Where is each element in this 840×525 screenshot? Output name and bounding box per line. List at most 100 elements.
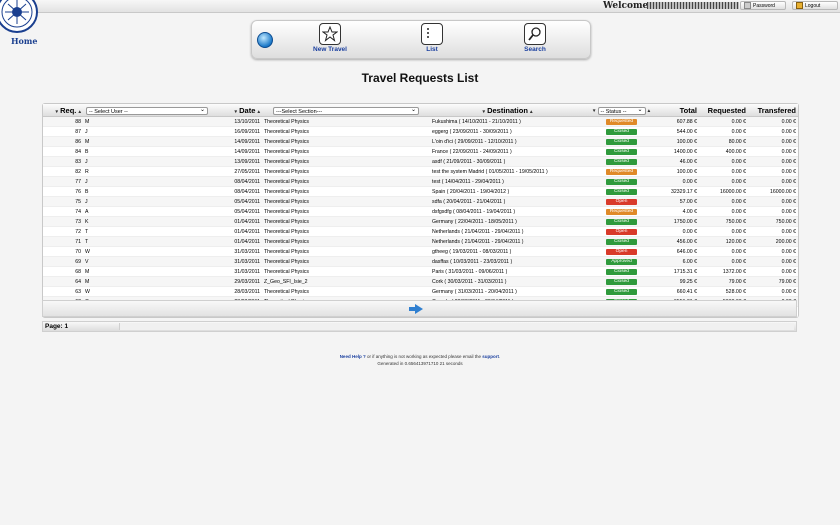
- cell-total: 646.00 €: [658, 246, 699, 257]
- cell-section: Theoretical Physics: [262, 116, 430, 127]
- cell-requested: 0.00 €: [699, 246, 748, 257]
- table-row[interactable]: 68 M 31/03/2011 Theoretical Physics Paris ( …: [43, 266, 798, 277]
- cell-spacer: [211, 196, 224, 207]
- cell-section: Theoretical Physics: [262, 126, 430, 137]
- cell-requested: 400.00 €: [699, 146, 748, 157]
- need-help-link[interactable]: Need Help ?: [340, 354, 366, 359]
- next-page-arrow-icon[interactable]: [409, 304, 423, 314]
- table-row[interactable]: 74 A 05/04/2011 Theoretical Physics dsfgsdfg…: [43, 206, 798, 217]
- pagination-nav: [42, 300, 797, 317]
- section-select[interactable]: ---Select Section---: [273, 106, 419, 115]
- status-badge: Closed: [606, 139, 637, 145]
- table-row[interactable]: 64 M 29/03/2011 Z_Geo_SFI_Isie_2 Cork ( 30/0…: [43, 276, 798, 287]
- user-select[interactable]: -- Select User --: [86, 106, 208, 115]
- menu-list[interactable]: List: [412, 23, 452, 53]
- table-row[interactable]: 88 M 13/10/2011 Theoretical Physics Fukushim…: [43, 116, 798, 127]
- star-icon: [319, 23, 341, 45]
- cell-transfered: 0.00 €: [748, 126, 798, 137]
- cell-dest: Paris ( 31/03/2011 - 09/06/2011 ): [430, 266, 585, 277]
- table-row[interactable]: 77 J 08/04/2011 Theoretical Physics test ( 1…: [43, 176, 798, 187]
- cell-transfered: 0.00 €: [748, 266, 798, 277]
- welcome-text: Welcome: [603, 1, 649, 11]
- cell-status: Requested: [585, 116, 658, 127]
- cell-section: Theoretical Physics: [262, 146, 430, 157]
- table-row[interactable]: 63 W 28/03/2011 Theoretical Physics Germany …: [43, 286, 798, 297]
- cell-status: Closed: [585, 126, 658, 137]
- sort-asc-icon[interactable]: ▴: [257, 109, 260, 115]
- header-destination[interactable]: ▾ Destination ▴: [430, 104, 585, 117]
- table-row[interactable]: 72 T 01/04/2011 Theoretical Physics Netherla…: [43, 226, 798, 237]
- cell-user: T: [83, 236, 211, 247]
- cell-date: 08/04/2011: [224, 176, 262, 187]
- status-badge: Requested: [606, 209, 637, 215]
- table-row[interactable]: 86 M 14/09/2011 Theoretical Physics L'oin d'…: [43, 136, 798, 147]
- cell-date: 31/03/2011: [224, 256, 262, 267]
- cell-section: Theoretical Physics: [262, 246, 430, 257]
- table-row[interactable]: 71 T 01/04/2011 Theoretical Physics Netherla…: [43, 236, 798, 247]
- header-date[interactable]: ▾ Date ▴: [224, 104, 262, 117]
- table-row[interactable]: 82 R 27/05/2011 Theoretical Physics test the…: [43, 166, 798, 177]
- institution-logo-icon[interactable]: [0, 0, 40, 34]
- table-row[interactable]: 75 J 05/04/2011 Theoretical Physics sdfa ( 2…: [43, 196, 798, 207]
- cell-date: 31/03/2011: [224, 266, 262, 277]
- cell-section: Theoretical Physics: [262, 176, 430, 187]
- door-icon: [796, 2, 803, 10]
- sort-desc-icon[interactable]: ▾: [593, 108, 596, 114]
- cell-dest: Netherlands ( 21/04/2011 - 29/04/2011 ): [430, 236, 585, 247]
- table-row[interactable]: 73 K 01/04/2011 Theoretical Physics Germany …: [43, 216, 798, 227]
- cell-spacer: [211, 166, 224, 177]
- cell-section: Theoretical Physics: [262, 226, 430, 237]
- menu-new-travel[interactable]: New Travel: [308, 23, 352, 53]
- sort-desc-icon[interactable]: ▾: [482, 109, 485, 115]
- cell-status: Closed: [585, 266, 658, 277]
- support-link[interactable]: support: [482, 354, 499, 359]
- sort-desc-icon[interactable]: ▾: [235, 109, 238, 115]
- table-row[interactable]: 84 B 14/09/2011 Theoretical Physics France (…: [43, 146, 798, 157]
- list-label: List: [426, 46, 438, 53]
- cell-user: M: [83, 136, 211, 147]
- menu-search[interactable]: Search: [515, 23, 555, 53]
- page-title: Travel Requests List: [361, 71, 479, 85]
- table-row[interactable]: 87 J 16/09/2011 Theoretical Physics eggerg (…: [43, 126, 798, 137]
- cell-requested: 0.00 €: [699, 116, 748, 127]
- cell-section: Theoretical Physics: [262, 186, 430, 197]
- status-badge: Requested: [606, 119, 637, 125]
- cell-status: Requested: [585, 166, 658, 177]
- sort-asc-icon[interactable]: ▴: [78, 109, 81, 115]
- cell-user: K: [83, 216, 211, 227]
- main-menu: New Travel List Search: [251, 20, 591, 59]
- sort-asc-icon[interactable]: ▴: [648, 108, 651, 114]
- table-row[interactable]: 83 J 13/09/2011 Theoretical Physics asdf ( 2…: [43, 156, 798, 167]
- status-select[interactable]: -- Status --: [597, 106, 646, 115]
- password-button[interactable]: Password: [740, 1, 786, 10]
- cell-requested: 1372.00 €: [699, 266, 748, 277]
- cell-total: 100.00 €: [658, 136, 699, 147]
- globe-icon[interactable]: [257, 32, 273, 48]
- cell-dest: Cork ( 30/03/2011 - 31/03/2011 ): [430, 276, 585, 287]
- cell-requested: 80.00 €: [699, 136, 748, 147]
- cell-requested: 0.00 €: [699, 196, 748, 207]
- sort-desc-icon[interactable]: ▾: [56, 109, 59, 115]
- header-requested: Requested: [699, 104, 748, 117]
- cell-date: 29/03/2011: [224, 276, 262, 287]
- status-badge: Approved: [606, 259, 637, 265]
- home-link[interactable]: Home: [11, 36, 37, 46]
- cell-transfered: 0.00 €: [748, 256, 798, 267]
- table-row[interactable]: 69 V 31/03/2011 Theoretical Physics dasffas …: [43, 256, 798, 267]
- cell-total: 607.88 €: [658, 116, 699, 127]
- logout-button[interactable]: Logout: [792, 1, 838, 10]
- table-row[interactable]: 70 W 31/03/2011 Theoretical Physics gtheeg (…: [43, 246, 798, 257]
- cell-transfered: 200.00 €: [748, 236, 798, 247]
- cell-status: Open: [585, 246, 658, 257]
- cell-dest: Germany ( 31/03/2011 - 20/04/2011 ): [430, 286, 585, 297]
- cell-user: J: [83, 176, 211, 187]
- header-req[interactable]: ▾ Req. ▴: [43, 104, 83, 117]
- sort-asc-icon[interactable]: ▴: [530, 109, 533, 115]
- cell-spacer: [211, 236, 224, 247]
- cell-spacer: [211, 226, 224, 237]
- status-badge: Closed: [606, 189, 637, 195]
- cell-req: 87: [43, 126, 83, 137]
- cell-total: 57.00 €: [658, 196, 699, 207]
- cell-requested: 79.00 €: [699, 276, 748, 287]
- table-row[interactable]: 76 B 08/04/2011 Theoretical Physics Spain ( …: [43, 186, 798, 197]
